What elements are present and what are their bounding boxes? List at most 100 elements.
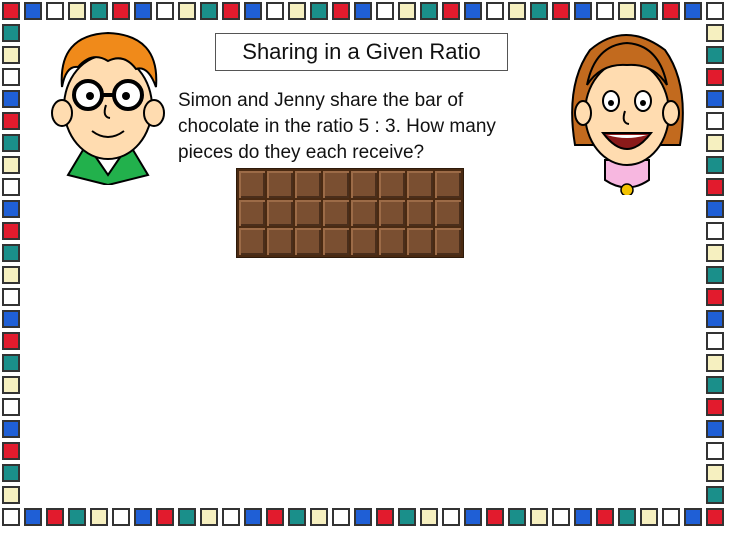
border-tile bbox=[2, 90, 20, 108]
border-tile bbox=[156, 2, 174, 20]
border-tile bbox=[332, 508, 350, 526]
chocolate-square bbox=[295, 171, 321, 198]
border-tile bbox=[486, 508, 504, 526]
chocolate-square bbox=[239, 199, 265, 227]
border-tile bbox=[442, 508, 460, 526]
border-tile bbox=[288, 508, 306, 526]
chocolate-square bbox=[379, 228, 405, 255]
border-tile bbox=[134, 2, 152, 20]
border-tile bbox=[288, 2, 306, 20]
border-tile bbox=[464, 508, 482, 526]
chocolate-square bbox=[407, 228, 433, 255]
chocolate-square bbox=[351, 171, 377, 198]
border-tile bbox=[2, 288, 20, 306]
border-tile bbox=[112, 2, 130, 20]
chocolate-square bbox=[239, 228, 265, 255]
border-tile bbox=[2, 200, 20, 218]
border-tile bbox=[2, 2, 20, 20]
border-tile bbox=[464, 2, 482, 20]
question-text: Simon and Jenny share the bar of chocola… bbox=[178, 90, 496, 163]
chocolate-square bbox=[435, 199, 461, 227]
border-tile bbox=[662, 508, 680, 526]
border-tile bbox=[706, 310, 724, 328]
border-tile bbox=[552, 2, 570, 20]
border-tile bbox=[376, 2, 394, 20]
chocolate-square bbox=[267, 171, 293, 198]
border-tile bbox=[706, 222, 724, 240]
chocolate-square bbox=[379, 199, 405, 227]
border-tile bbox=[2, 112, 20, 130]
border-tile bbox=[2, 134, 20, 152]
border-tile bbox=[684, 508, 702, 526]
border-tile bbox=[2, 398, 20, 416]
border-tile bbox=[2, 178, 20, 196]
border-tile bbox=[2, 376, 20, 394]
border-tile bbox=[574, 508, 592, 526]
border-tile bbox=[618, 508, 636, 526]
border-tile bbox=[2, 486, 20, 504]
border-tile bbox=[244, 2, 262, 20]
border-tile bbox=[706, 112, 724, 130]
border-tile bbox=[310, 508, 328, 526]
border-tile bbox=[706, 332, 724, 350]
border-tile bbox=[706, 156, 724, 174]
border-tile bbox=[310, 2, 328, 20]
border-tile bbox=[2, 68, 20, 86]
border-tile bbox=[530, 508, 548, 526]
chocolate-square bbox=[379, 171, 405, 198]
border-tile bbox=[266, 2, 284, 20]
border-tile bbox=[200, 508, 218, 526]
border-tile bbox=[618, 2, 636, 20]
border-tile bbox=[354, 508, 372, 526]
border-tile bbox=[530, 2, 548, 20]
border-tile bbox=[706, 68, 724, 86]
border-tile bbox=[90, 508, 108, 526]
border-tile bbox=[640, 508, 658, 526]
border-tile bbox=[706, 2, 724, 20]
slide-title-text: Sharing in a Given Ratio bbox=[242, 39, 481, 64]
chocolate-square bbox=[239, 171, 265, 198]
border-tile bbox=[2, 332, 20, 350]
border-tile bbox=[442, 2, 460, 20]
border-tile bbox=[398, 2, 416, 20]
border-tile bbox=[706, 398, 724, 416]
border-tile bbox=[2, 464, 20, 482]
chocolate-square bbox=[323, 199, 349, 227]
chocolate-square bbox=[435, 171, 461, 198]
border-tile bbox=[596, 2, 614, 20]
border-tile bbox=[706, 134, 724, 152]
border-tile bbox=[2, 310, 20, 328]
border-tile bbox=[2, 266, 20, 284]
border-tile bbox=[706, 200, 724, 218]
chocolate-square bbox=[295, 228, 321, 255]
chocolate-square bbox=[351, 199, 377, 227]
border-tile bbox=[420, 508, 438, 526]
jenny-character bbox=[571, 34, 684, 195]
border-tile bbox=[178, 2, 196, 20]
border-tile bbox=[178, 508, 196, 526]
chocolate-bar bbox=[236, 168, 464, 258]
simon-character bbox=[51, 31, 165, 185]
border-tile bbox=[662, 2, 680, 20]
border-tile bbox=[46, 508, 64, 526]
border-tile bbox=[508, 2, 526, 20]
border-tile bbox=[24, 2, 42, 20]
border-tile bbox=[2, 222, 20, 240]
border-tile bbox=[332, 2, 350, 20]
chocolate-square bbox=[351, 228, 377, 255]
border-tile bbox=[222, 508, 240, 526]
slide-title: Sharing in a Given Ratio bbox=[215, 33, 508, 71]
border-tile bbox=[508, 508, 526, 526]
border-tile bbox=[134, 508, 152, 526]
border-tile bbox=[2, 354, 20, 372]
border-tile bbox=[706, 178, 724, 196]
border-tile bbox=[706, 266, 724, 284]
chocolate-square bbox=[435, 228, 461, 255]
border-tile bbox=[486, 2, 504, 20]
border-tile bbox=[24, 508, 42, 526]
border-tile bbox=[552, 508, 570, 526]
border-tile bbox=[2, 24, 20, 42]
border-tile bbox=[706, 24, 724, 42]
border-tile bbox=[706, 442, 724, 460]
border-tile bbox=[640, 2, 658, 20]
